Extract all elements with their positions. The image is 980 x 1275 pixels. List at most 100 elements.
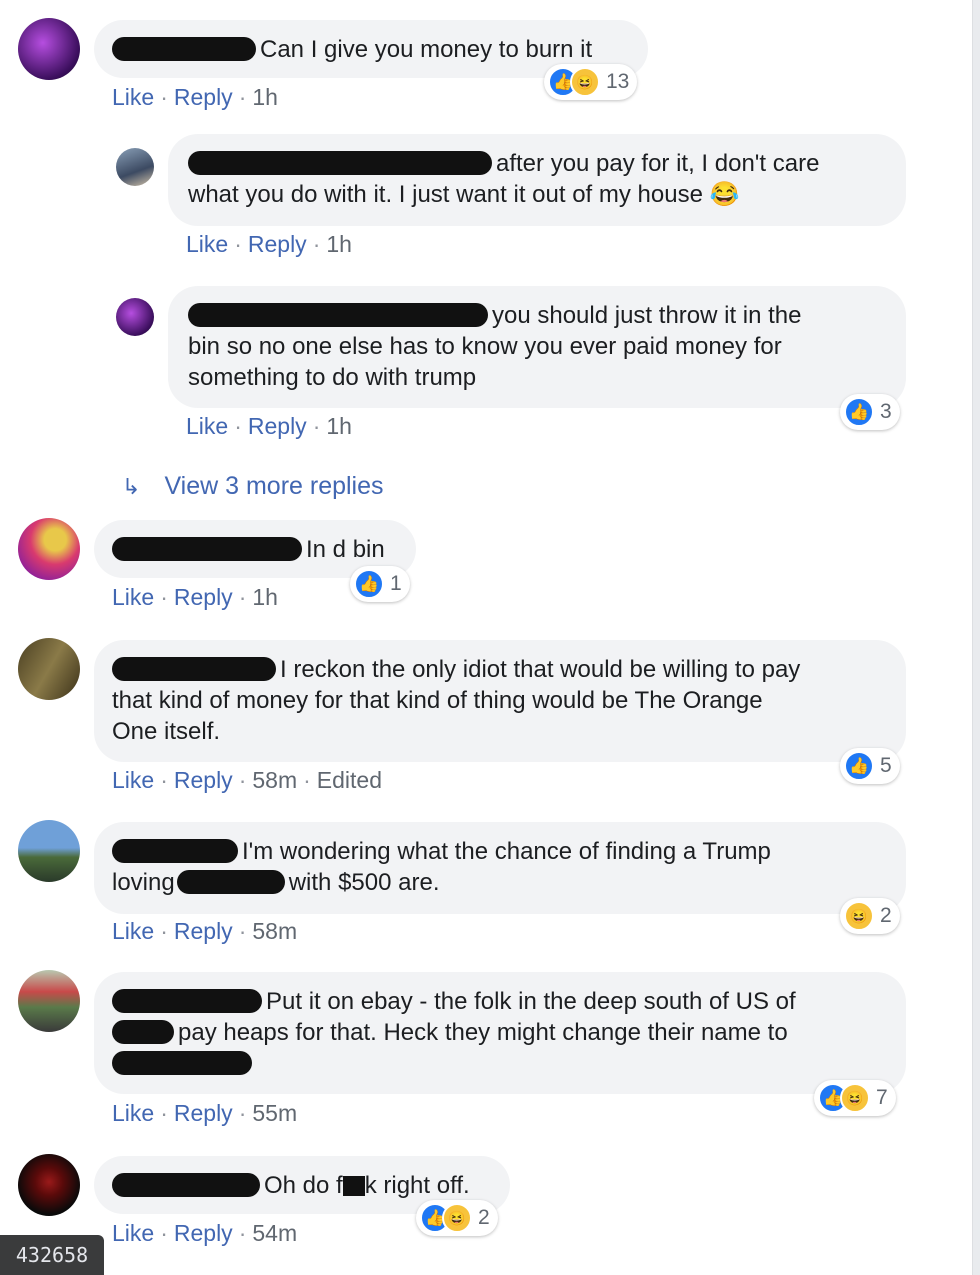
comment-actions: Like · Reply · 1h [186, 231, 352, 257]
laughing-emoji-icon: 😂 [709, 181, 740, 208]
view-more-label: View 3 more replies [164, 472, 384, 500]
edited-label: Edited [316, 767, 382, 793]
like-link[interactable]: Like [186, 413, 228, 439]
avatar[interactable] [18, 518, 80, 580]
avatar[interactable] [116, 298, 154, 336]
redacted-text [176, 870, 285, 894]
reaction-summary[interactable]: 👍 1 [350, 566, 410, 602]
comment-text: with $500 are. [288, 869, 440, 896]
comment-text: after you pay for it, I don't care [496, 150, 820, 177]
reaction-count: 5 [880, 754, 892, 777]
comment-bubble: I'm wondering what the chance of finding… [94, 822, 906, 914]
avatar[interactable] [18, 820, 80, 882]
comment-actions: Like · Reply · 58m [112, 918, 298, 944]
comment-actions: Like · Reply · 54m [112, 1220, 298, 1246]
comment-text: that kind of money for that kind of thin… [112, 687, 763, 714]
reaction-count: 2 [478, 1206, 490, 1229]
reply-link[interactable]: Reply [174, 918, 233, 944]
comment-bubble: after you pay for it, I don't care what … [168, 134, 906, 226]
avatar[interactable] [18, 1154, 80, 1216]
comment-actions: Like · Reply · 58m · Edited [112, 767, 382, 793]
comment-text: loving [112, 869, 175, 896]
reaction-summary[interactable]: 👍 😆 2 [416, 1200, 498, 1236]
like-link[interactable]: Like [112, 1100, 154, 1126]
censor-block [342, 1176, 365, 1196]
reaction-summary[interactable]: 😆 2 [840, 898, 900, 934]
reaction-count: 1 [390, 572, 402, 595]
comment-text: Oh do f [264, 1172, 343, 1199]
like-link[interactable]: Like [112, 1220, 154, 1246]
comment-actions: Like · Reply · 1h [112, 84, 278, 110]
like-link[interactable]: Like [112, 918, 154, 944]
timestamp[interactable]: 1h [326, 413, 352, 439]
reaction-count: 3 [880, 400, 892, 423]
reaction-count: 7 [876, 1086, 888, 1109]
like-link[interactable]: Like [112, 584, 154, 610]
haha-reaction-icon: 😆 [442, 1203, 472, 1233]
comment-bubble: Put it on ebay - the folk in the deep so… [94, 972, 906, 1094]
comment-bubble: you should just throw it in the bin so n… [168, 286, 906, 408]
right-edge-strip [972, 0, 980, 1275]
comment-text: k right off. [364, 1172, 470, 1199]
timestamp[interactable]: 1h [252, 584, 278, 610]
like-reaction-icon: 👍 [354, 569, 384, 599]
redacted-name [112, 839, 238, 863]
comment-text: I'm wondering what the chance of finding… [242, 838, 771, 865]
view-more-replies-link[interactable]: ↳ View 3 more replies [122, 472, 384, 501]
comment-text: pay heaps for that. Heck they might chan… [178, 1019, 788, 1046]
timestamp[interactable]: 55m [252, 1100, 297, 1126]
avatar[interactable] [18, 18, 80, 80]
reply-link[interactable]: Reply [248, 413, 307, 439]
reaction-summary[interactable]: 👍 😆 13 [544, 64, 638, 100]
reaction-summary[interactable]: 👍 3 [840, 394, 900, 430]
reply-link[interactable]: Reply [174, 84, 233, 110]
reply-link[interactable]: Reply [174, 767, 233, 793]
comment-text: Can I give you money to burn it [260, 36, 593, 63]
image-id-tag: 432658 [0, 1235, 104, 1275]
timestamp[interactable]: 1h [326, 231, 352, 257]
timestamp[interactable]: 58m [252, 767, 297, 793]
redacted-name [112, 1173, 260, 1197]
redacted-text [112, 1020, 174, 1044]
redacted-name [112, 537, 302, 561]
comment-actions: Like · Reply · 55m [112, 1100, 298, 1126]
reply-link[interactable]: Reply [174, 1220, 233, 1246]
haha-reaction-icon: 😆 [570, 67, 600, 97]
like-link[interactable]: Like [112, 767, 154, 793]
comment-text: Put it on ebay - the folk in the deep so… [266, 988, 796, 1015]
reply-link[interactable]: Reply [174, 1100, 233, 1126]
comment-bubble: I reckon the only idiot that would be wi… [94, 640, 906, 762]
comment-text: In d bin [306, 536, 385, 563]
haha-reaction-icon: 😆 [840, 1083, 870, 1113]
redacted-name [112, 657, 276, 681]
redacted-name [188, 303, 488, 327]
comment-text: I reckon the only idiot that would be wi… [280, 656, 801, 683]
reaction-summary[interactable]: 👍 😆 7 [814, 1080, 896, 1116]
comment-text: bin so no one else has to know you ever … [188, 333, 782, 360]
comment-actions: Like · Reply · 1h [112, 584, 278, 610]
reaction-summary[interactable]: 👍 5 [840, 748, 900, 784]
like-reaction-icon: 👍 [844, 397, 874, 427]
reply-arrow-icon: ↳ [122, 473, 141, 499]
comment-text: what you do with it. I just want it out … [188, 181, 703, 208]
reaction-count: 13 [606, 70, 630, 93]
redacted-name [112, 989, 262, 1013]
timestamp[interactable]: 1h [252, 84, 278, 110]
avatar[interactable] [116, 148, 154, 186]
timestamp[interactable]: 58m [252, 918, 297, 944]
like-link[interactable]: Like [186, 231, 228, 257]
comment-text: One itself. [112, 718, 221, 745]
redacted-name [112, 37, 256, 61]
avatar[interactable] [18, 970, 80, 1032]
timestamp[interactable]: 54m [252, 1220, 297, 1246]
reply-link[interactable]: Reply [174, 584, 233, 610]
redacted-text [112, 1051, 252, 1075]
comment-actions: Like · Reply · 1h [186, 413, 352, 439]
redacted-name [188, 151, 492, 175]
like-link[interactable]: Like [112, 84, 154, 110]
like-reaction-icon: 👍 [844, 751, 874, 781]
reply-link[interactable]: Reply [248, 231, 307, 257]
avatar[interactable] [18, 638, 80, 700]
reaction-count: 2 [880, 904, 892, 927]
comment-text: you should just throw it in the [492, 302, 802, 329]
